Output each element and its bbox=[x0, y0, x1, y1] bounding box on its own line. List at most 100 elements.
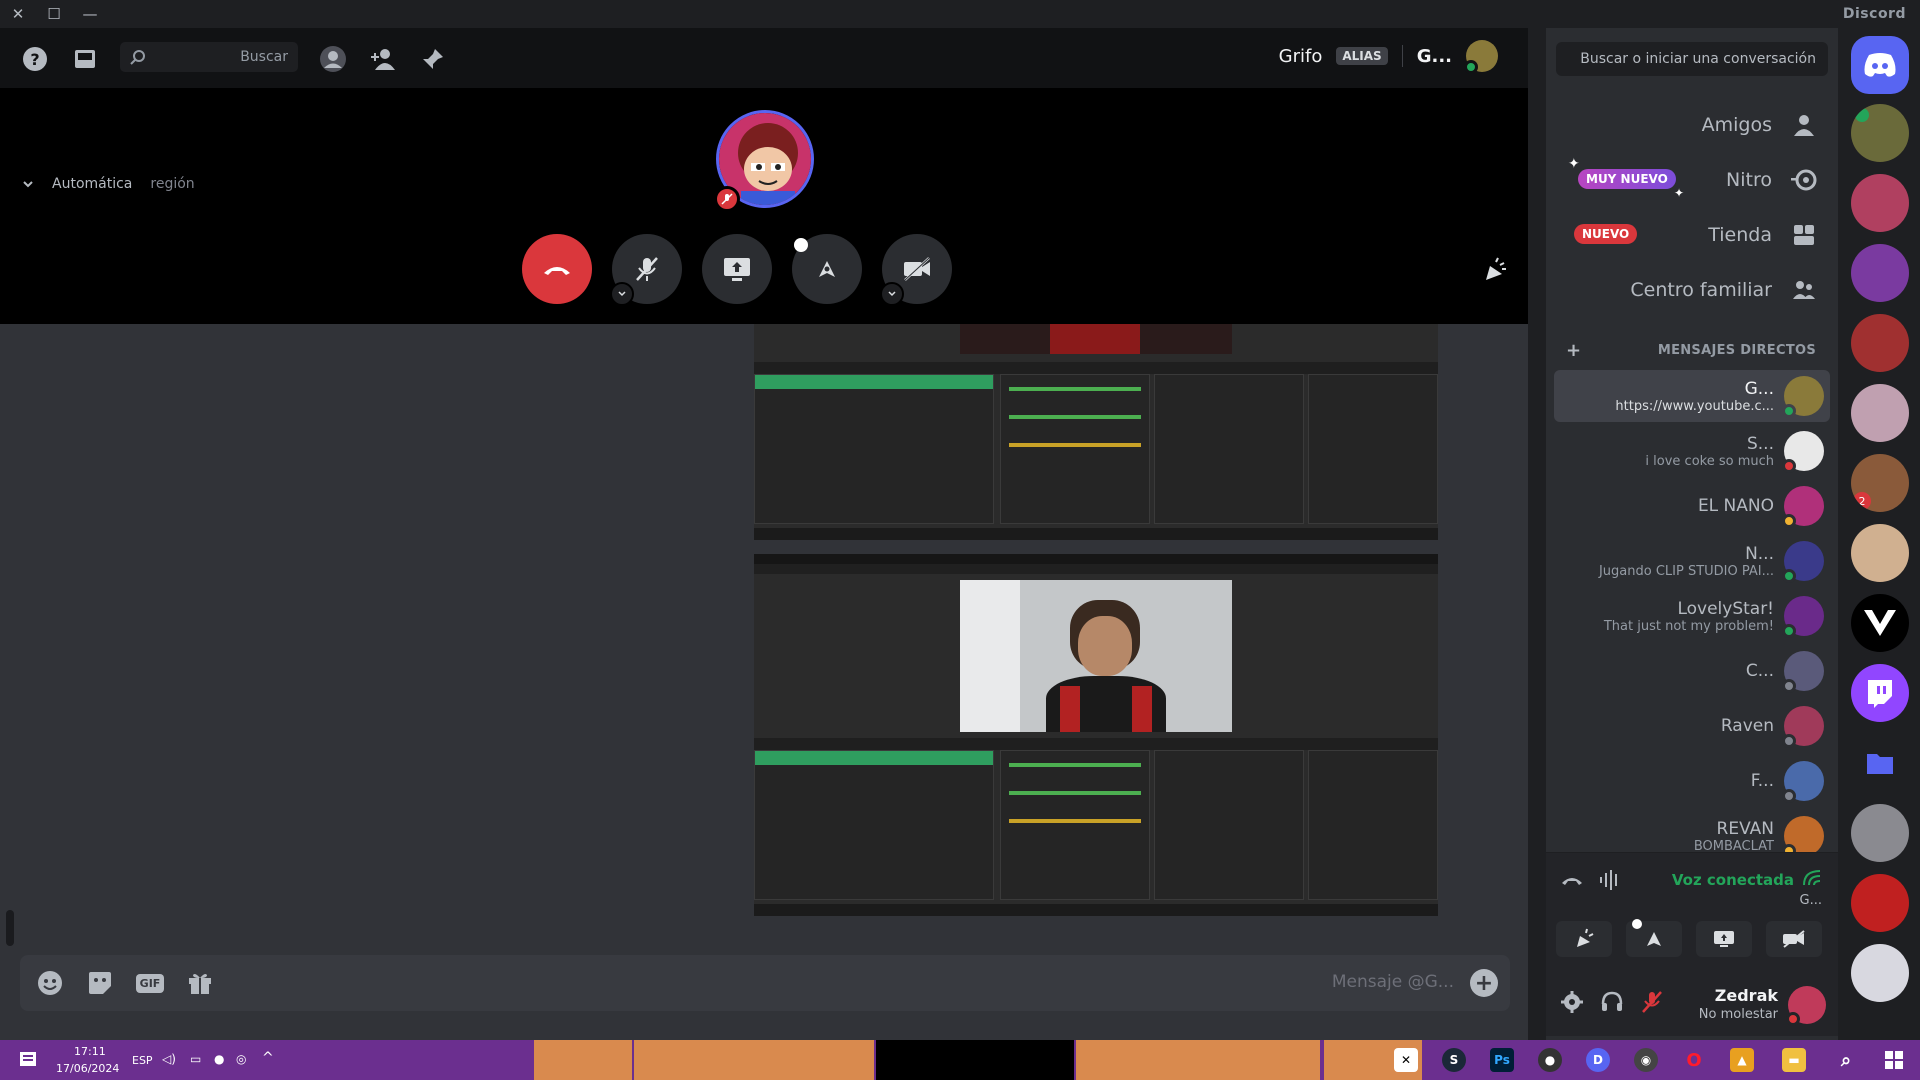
steam-icon[interactable]: S bbox=[1442, 1048, 1466, 1072]
chevron-up-icon[interactable]: ^ bbox=[262, 1050, 274, 1066]
server-icon[interactable] bbox=[1851, 524, 1909, 582]
server-icon[interactable] bbox=[1851, 244, 1909, 302]
soundboard-button[interactable] bbox=[1556, 921, 1612, 957]
avatar bbox=[1782, 816, 1824, 858]
discord-taskbar-icon[interactable]: D bbox=[1586, 1048, 1610, 1072]
twitch-server-icon[interactable] bbox=[1851, 664, 1909, 722]
camera-button[interactable] bbox=[880, 234, 952, 306]
attachment-image[interactable] bbox=[754, 554, 1438, 916]
volume-icon[interactable]: ◁) bbox=[162, 1052, 176, 1066]
taskbar-language[interactable]: ESP bbox=[132, 1054, 153, 1067]
noise-suppression-icon[interactable] bbox=[1598, 869, 1622, 891]
dm-item[interactable]: C... bbox=[1554, 645, 1830, 697]
obs-icon[interactable]: ● bbox=[1538, 1048, 1562, 1072]
file-explorer-icon[interactable]: ▬ bbox=[1782, 1048, 1806, 1072]
voice-channel-name[interactable]: G... bbox=[1800, 893, 1822, 908]
attachment-image[interactable] bbox=[754, 324, 1438, 540]
activities-button[interactable] bbox=[792, 234, 862, 304]
search-icon[interactable]: ⌕ bbox=[1834, 1048, 1858, 1072]
obs-controls-panel bbox=[754, 374, 994, 524]
dm-search-input[interactable]: Buscar o iniciar una conversación bbox=[1556, 42, 1828, 76]
nav-family-center[interactable]: Centro familiar bbox=[1554, 267, 1830, 313]
attach-plus-button[interactable]: + bbox=[1470, 969, 1498, 997]
dm-name: EL NANO bbox=[1697, 496, 1774, 516]
user-avatar[interactable] bbox=[1786, 986, 1826, 1026]
emoji-icon[interactable] bbox=[34, 967, 66, 999]
inbox-icon[interactable] bbox=[70, 44, 100, 74]
pin-icon[interactable] bbox=[418, 44, 448, 74]
chat-area bbox=[0, 324, 1528, 1040]
signal-icon bbox=[1802, 869, 1822, 887]
server-icon[interactable] bbox=[1851, 944, 1909, 1002]
server-icon[interactable] bbox=[1851, 314, 1909, 372]
screen-share-button[interactable] bbox=[1696, 921, 1752, 957]
folder-icon[interactable] bbox=[1851, 734, 1909, 792]
taskbar-wallpaper-block bbox=[534, 1040, 632, 1080]
mute-button[interactable] bbox=[610, 234, 682, 306]
windows-start-icon[interactable] bbox=[1882, 1048, 1906, 1072]
chevron-down-icon[interactable] bbox=[880, 282, 904, 306]
dm-item[interactable]: Raven bbox=[1554, 700, 1830, 752]
screen-share-icon bbox=[722, 255, 752, 283]
server-icon[interactable] bbox=[1851, 804, 1909, 862]
chevron-down-icon[interactable] bbox=[610, 282, 634, 306]
activity-button[interactable] bbox=[1626, 919, 1682, 957]
dm-item[interactable]: S... i love coke so much bbox=[1554, 425, 1830, 477]
sticker-icon[interactable] bbox=[84, 967, 116, 999]
message-input[interactable]: Mensaje @G... bbox=[1332, 972, 1454, 992]
vlc-icon[interactable]: ▲ bbox=[1730, 1048, 1754, 1072]
help-icon[interactable]: ? bbox=[20, 44, 50, 74]
dm-item[interactable]: G... https://www.youtube.c... bbox=[1554, 370, 1830, 422]
chat-scrollbar[interactable] bbox=[6, 910, 14, 946]
server-icon[interactable] bbox=[1851, 594, 1909, 652]
create-dm-button[interactable]: + bbox=[1566, 340, 1581, 361]
headphones-icon[interactable] bbox=[1600, 990, 1624, 1014]
opera-icon[interactable]: O bbox=[1682, 1048, 1706, 1072]
message-composer[interactable]: GIF Mensaje @G... + bbox=[20, 955, 1510, 1011]
dm-name: Raven bbox=[1720, 716, 1774, 736]
dm-item[interactable]: F... bbox=[1554, 755, 1830, 807]
dm-activity: i love coke so much bbox=[1645, 453, 1774, 469]
camera-button[interactable] bbox=[1766, 921, 1822, 957]
header-user-info: Grifo ALIAS G... bbox=[1279, 40, 1498, 74]
system-tray-icon[interactable]: ◎ bbox=[236, 1052, 246, 1066]
idle-status-icon bbox=[1782, 514, 1796, 528]
settings-gear-icon[interactable] bbox=[1560, 990, 1584, 1014]
server-icon[interactable] bbox=[1851, 174, 1909, 232]
gif-button[interactable]: GIF bbox=[134, 967, 166, 999]
photoshop-icon[interactable]: Ps bbox=[1490, 1048, 1514, 1072]
dm-item[interactable]: EL NANO bbox=[1554, 480, 1830, 532]
disconnect-icon[interactable] bbox=[1560, 873, 1584, 887]
server-icon[interactable]: 2 bbox=[1851, 454, 1909, 512]
dm-item[interactable]: N... Jugando CLIP STUDIO PAI... bbox=[1554, 535, 1830, 587]
header-search[interactable]: Buscar bbox=[120, 42, 298, 72]
obs-sources-panel bbox=[1154, 374, 1304, 524]
minimize-window-button[interactable]: — bbox=[72, 0, 108, 28]
dnd-status-icon bbox=[1782, 459, 1796, 473]
user-profile-icon[interactable] bbox=[318, 44, 348, 74]
notification-icon[interactable] bbox=[18, 1050, 38, 1070]
call-user-avatar[interactable] bbox=[1464, 40, 1498, 74]
gift-icon[interactable] bbox=[184, 967, 216, 999]
dm-notification-avatar[interactable] bbox=[1851, 104, 1909, 162]
capcut-icon[interactable]: ✕ bbox=[1394, 1048, 1418, 1072]
soundboard-icon[interactable] bbox=[1480, 256, 1510, 286]
server-icon[interactable] bbox=[1851, 384, 1909, 442]
close-window-button[interactable]: ✕ bbox=[0, 0, 36, 28]
share-screen-button[interactable] bbox=[702, 234, 772, 304]
dm-name: REVAN bbox=[1716, 818, 1774, 839]
add-friends-icon[interactable] bbox=[368, 44, 398, 74]
dm-name: F... bbox=[1750, 771, 1774, 791]
microphone-icon[interactable]: ● bbox=[214, 1052, 224, 1066]
user-status: No molestar bbox=[1698, 1007, 1778, 1022]
mic-muted-icon[interactable] bbox=[1640, 990, 1664, 1014]
server-icon[interactable] bbox=[1851, 874, 1909, 932]
chrome-icon[interactable]: ◉ bbox=[1634, 1048, 1658, 1072]
nav-friends[interactable]: Amigos bbox=[1554, 102, 1830, 148]
end-call-button[interactable] bbox=[522, 234, 592, 304]
maximize-window-button[interactable]: ☐ bbox=[36, 0, 72, 28]
discord-home-button[interactable] bbox=[1851, 36, 1909, 94]
network-icon[interactable]: ▭ bbox=[190, 1052, 201, 1066]
dm-item[interactable]: LovelyStar! That just not my problem! bbox=[1554, 590, 1830, 642]
region-selector[interactable]: Automática región bbox=[22, 176, 195, 192]
